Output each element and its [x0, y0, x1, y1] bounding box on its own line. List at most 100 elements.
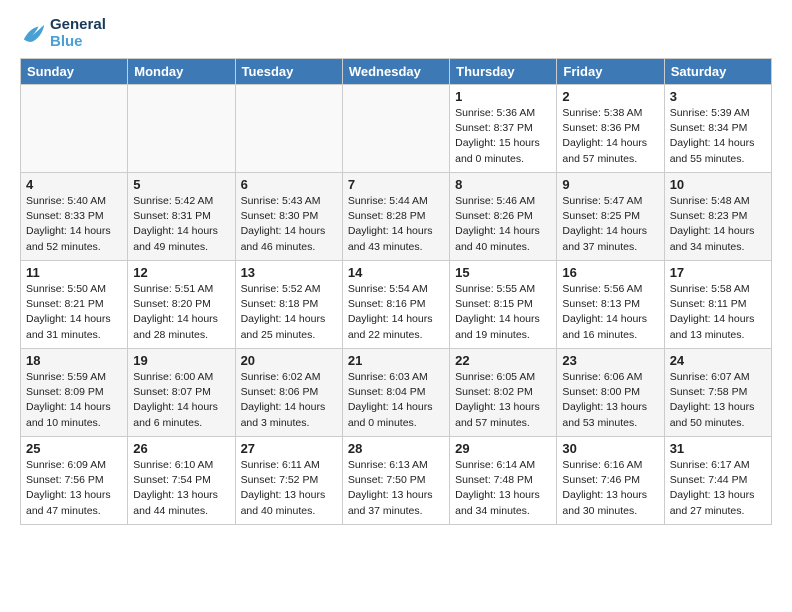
cell-line: and 55 minutes.: [670, 152, 766, 167]
weekday-header: Monday: [128, 59, 235, 85]
cell-content: Sunrise: 6:17 AMSunset: 7:44 PMDaylight:…: [670, 458, 766, 519]
cell-line: and 16 minutes.: [562, 328, 658, 343]
cell-line: Sunrise: 6:16 AM: [562, 458, 658, 473]
weekday-header: Wednesday: [342, 59, 449, 85]
cell-content: Sunrise: 5:51 AMSunset: 8:20 PMDaylight:…: [133, 282, 229, 343]
cell-line: Sunset: 8:26 PM: [455, 209, 551, 224]
cell-content: Sunrise: 6:10 AMSunset: 7:54 PMDaylight:…: [133, 458, 229, 519]
cell-line: Sunset: 7:54 PM: [133, 473, 229, 488]
week-row: 25Sunrise: 6:09 AMSunset: 7:56 PMDayligh…: [21, 437, 772, 525]
cell-line: and 52 minutes.: [26, 240, 122, 255]
cell-line: Sunset: 8:33 PM: [26, 209, 122, 224]
cell-line: Sunrise: 6:11 AM: [241, 458, 337, 473]
cell-content: Sunrise: 5:46 AMSunset: 8:26 PMDaylight:…: [455, 194, 551, 255]
cell-line: Sunset: 8:18 PM: [241, 297, 337, 312]
cell-line: and 0 minutes.: [455, 152, 551, 167]
cell-line: and 22 minutes.: [348, 328, 444, 343]
cell-line: Sunset: 8:25 PM: [562, 209, 658, 224]
day-number: 14: [348, 265, 444, 280]
cell-content: Sunrise: 5:52 AMSunset: 8:18 PMDaylight:…: [241, 282, 337, 343]
cell-line: Daylight: 14 hours: [133, 224, 229, 239]
cell-line: Sunrise: 5:47 AM: [562, 194, 658, 209]
day-number: 5: [133, 177, 229, 192]
cell-line: Daylight: 13 hours: [670, 400, 766, 415]
day-number: 28: [348, 441, 444, 456]
cell-content: Sunrise: 6:14 AMSunset: 7:48 PMDaylight:…: [455, 458, 551, 519]
day-number: 11: [26, 265, 122, 280]
calendar-cell: 9Sunrise: 5:47 AMSunset: 8:25 PMDaylight…: [557, 173, 664, 261]
day-number: 24: [670, 353, 766, 368]
cell-content: Sunrise: 5:39 AMSunset: 8:34 PMDaylight:…: [670, 106, 766, 167]
cell-line: Daylight: 14 hours: [26, 312, 122, 327]
day-number: 6: [241, 177, 337, 192]
calendar-cell: 31 Sunrise: 6:17 AMSunset: 7:44 PMDayligh…: [664, 437, 771, 525]
weekday-header: Sunday: [21, 59, 128, 85]
day-number: 8: [455, 177, 551, 192]
day-number: 9: [562, 177, 658, 192]
calendar-cell: [342, 85, 449, 173]
cell-content: Sunrise: 6:13 AMSunset: 7:50 PMDaylight:…: [348, 458, 444, 519]
cell-line: and 37 minutes.: [562, 240, 658, 255]
calendar-cell: 21Sunrise: 6:03 AMSunset: 8:04 PMDayligh…: [342, 349, 449, 437]
cell-content: Sunrise: 5:59 AMSunset: 8:09 PMDaylight:…: [26, 370, 122, 431]
cell-line: Sunrise: 5:48 AM: [670, 194, 766, 209]
day-number: 31: [670, 441, 766, 456]
cell-line: Sunset: 7:52 PM: [241, 473, 337, 488]
cell-line: Daylight: 14 hours: [670, 312, 766, 327]
cell-line: Sunset: 8:09 PM: [26, 385, 122, 400]
day-number: 20: [241, 353, 337, 368]
cell-line: and 40 minutes.: [241, 504, 337, 519]
day-number: 7: [348, 177, 444, 192]
cell-line: Sunset: 8:16 PM: [348, 297, 444, 312]
day-number: 4: [26, 177, 122, 192]
logo: General Blue: [20, 16, 106, 50]
cell-line: Sunset: 7:46 PM: [562, 473, 658, 488]
cell-line: Daylight: 13 hours: [455, 400, 551, 415]
calendar-cell: 15Sunrise: 5:55 AMSunset: 8:15 PMDayligh…: [450, 261, 557, 349]
cell-content: Sunrise: 5:54 AMSunset: 8:16 PMDaylight:…: [348, 282, 444, 343]
calendar-cell: 26Sunrise: 6:10 AMSunset: 7:54 PMDayligh…: [128, 437, 235, 525]
cell-line: Sunrise: 5:43 AM: [241, 194, 337, 209]
cell-line: Sunrise: 6:10 AM: [133, 458, 229, 473]
day-number: 22: [455, 353, 551, 368]
cell-line: Sunrise: 6:06 AM: [562, 370, 658, 385]
cell-line: and 34 minutes.: [455, 504, 551, 519]
calendar-cell: 24Sunrise: 6:07 AMSunset: 7:58 PMDayligh…: [664, 349, 771, 437]
cell-line: Sunset: 7:44 PM: [670, 473, 766, 488]
cell-line: Daylight: 13 hours: [562, 400, 658, 415]
calendar-table: SundayMondayTuesdayWednesdayThursdayFrid…: [20, 58, 772, 525]
cell-line: Sunrise: 5:51 AM: [133, 282, 229, 297]
cell-line: Sunrise: 6:05 AM: [455, 370, 551, 385]
cell-content: Sunrise: 5:42 AMSunset: 8:31 PMDaylight:…: [133, 194, 229, 255]
cell-line: Sunrise: 6:09 AM: [26, 458, 122, 473]
cell-line: Daylight: 13 hours: [133, 488, 229, 503]
cell-line: and 25 minutes.: [241, 328, 337, 343]
cell-line: and 10 minutes.: [26, 416, 122, 431]
calendar-cell: 13 Sunrise: 5:52 AMSunset: 8:18 PMDayligh…: [235, 261, 342, 349]
cell-line: and 53 minutes.: [562, 416, 658, 431]
cell-line: Sunset: 8:31 PM: [133, 209, 229, 224]
day-number: 3: [670, 89, 766, 104]
cell-line: Daylight: 14 hours: [670, 224, 766, 239]
cell-line: Sunset: 8:07 PM: [133, 385, 229, 400]
cell-line: and 40 minutes.: [455, 240, 551, 255]
calendar-cell: 30Sunrise: 6:16 AMSunset: 7:46 PMDayligh…: [557, 437, 664, 525]
cell-line: and 50 minutes.: [670, 416, 766, 431]
calendar-cell: 25Sunrise: 6:09 AMSunset: 7:56 PMDayligh…: [21, 437, 128, 525]
cell-line: Daylight: 13 hours: [26, 488, 122, 503]
cell-line: and 19 minutes.: [455, 328, 551, 343]
week-row: 1Sunrise: 5:36 AMSunset: 8:37 PMDaylight…: [21, 85, 772, 173]
cell-line: Sunrise: 5:55 AM: [455, 282, 551, 297]
weekday-header: Saturday: [664, 59, 771, 85]
cell-line: and 43 minutes.: [348, 240, 444, 255]
day-number: 17: [670, 265, 766, 280]
week-row: 11Sunrise: 5:50 AMSunset: 8:21 PMDayligh…: [21, 261, 772, 349]
cell-content: Sunrise: 6:03 AMSunset: 8:04 PMDaylight:…: [348, 370, 444, 431]
day-number: 12: [133, 265, 229, 280]
day-number: 15: [455, 265, 551, 280]
cell-line: Daylight: 14 hours: [348, 224, 444, 239]
cell-content: Sunrise: 6:16 AMSunset: 7:46 PMDaylight:…: [562, 458, 658, 519]
day-number: 23: [562, 353, 658, 368]
cell-line: and 57 minutes.: [455, 416, 551, 431]
day-number: 13: [241, 265, 337, 280]
